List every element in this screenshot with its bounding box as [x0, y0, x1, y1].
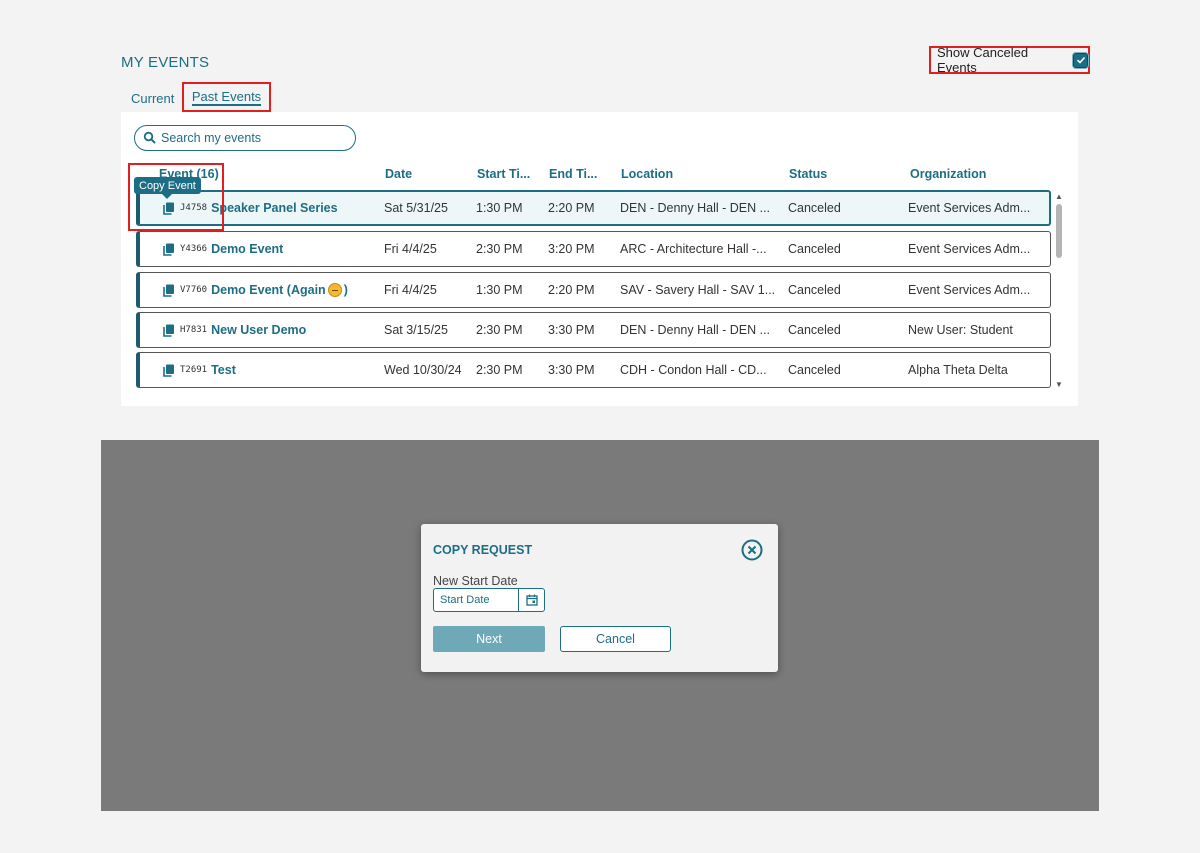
start-date-placeholder: Start Date	[440, 594, 490, 606]
event-code: H7831	[180, 325, 208, 335]
column-header-end-time[interactable]: End Ti...	[549, 167, 597, 181]
event-status: Canceled	[788, 363, 841, 377]
calendar-icon	[525, 594, 538, 606]
event-start-time: 2:30 PM	[476, 323, 523, 337]
event-organization: Event Services Adm...	[908, 283, 1031, 297]
event-organization: Alpha Theta Delta	[908, 363, 1008, 377]
copy-request-dialog: COPY REQUEST New Start Date Start Date N…	[421, 524, 778, 672]
scrollbar-thumb[interactable]	[1056, 204, 1062, 258]
event-status: Canceled	[788, 242, 841, 256]
tab-past-events-label: Past Events	[191, 88, 262, 106]
table-row[interactable]: Y4366 Demo Event Fri 4/4/25 2:30 PM 3:20…	[136, 231, 1051, 267]
column-header-organization[interactable]: Organization	[910, 167, 986, 181]
column-header-date[interactable]: Date	[385, 167, 412, 181]
event-date: Sat 3/15/25	[384, 323, 448, 337]
event-name[interactable]: New User Demo	[211, 323, 306, 337]
event-end-time: 2:20 PM	[548, 283, 595, 297]
event-organization: New User: Student	[908, 323, 1013, 337]
event-end-time: 2:20 PM	[548, 201, 595, 215]
column-header-status[interactable]: Status	[789, 167, 827, 181]
events-list: J4758 Speaker Panel Series Sat 5/31/25 1…	[136, 190, 1052, 394]
copy-icon[interactable]	[163, 243, 175, 256]
table-row[interactable]: J4758 Speaker Panel Series Sat 5/31/25 1…	[136, 190, 1051, 226]
copy-event-tooltip: Copy Event	[134, 177, 201, 199]
event-location: CDH - Condon Hall - CD...	[620, 363, 767, 377]
event-date: Fri 4/4/25	[384, 242, 437, 256]
event-name-suffix: )	[343, 283, 348, 297]
event-date: Fri 4/4/25	[384, 283, 437, 297]
dialog-title: COPY REQUEST	[433, 543, 533, 557]
scroll-up-arrow-icon[interactable]: ▲	[1055, 192, 1063, 201]
new-start-date-label: New Start Date	[433, 574, 518, 588]
show-canceled-toggle[interactable]: Show Canceled Events	[929, 45, 1090, 75]
event-cell: T2691 Test	[163, 353, 236, 387]
next-button[interactable]: Next	[433, 626, 545, 652]
table-row[interactable]: H7831 New User Demo Sat 3/15/25 2:30 PM …	[136, 312, 1051, 348]
event-code: V7760	[180, 285, 208, 295]
page-title: MY EVENTS	[121, 54, 210, 71]
cancel-button[interactable]: Cancel	[560, 626, 671, 652]
event-date: Sat 5/31/25	[384, 201, 448, 215]
close-icon[interactable]	[741, 539, 763, 561]
event-name[interactable]: Test	[211, 363, 236, 377]
event-location: SAV - Savery Hall - SAV 1...	[620, 283, 776, 297]
event-end-time: 3:30 PM	[548, 363, 595, 377]
event-code: T2691	[180, 365, 208, 375]
event-tabs: Current Past Events	[131, 82, 271, 112]
table-row[interactable]: V7760 Demo Event (Again ) Fri 4/4/25 1:3…	[136, 272, 1051, 308]
disappointed-face-emoji-icon	[327, 283, 342, 297]
show-canceled-checkbox[interactable]	[1073, 52, 1088, 68]
events-panel: Search my events Event (16) Date Start T…	[121, 112, 1078, 406]
event-start-time: 2:30 PM	[476, 363, 523, 377]
column-header-start-time[interactable]: Start Ti...	[477, 167, 530, 181]
calendar-button[interactable]	[518, 589, 544, 611]
column-header-location[interactable]: Location	[621, 167, 673, 181]
search-input[interactable]: Search my events	[134, 125, 356, 151]
event-location: DEN - Denny Hall - DEN ...	[620, 323, 771, 337]
event-column-highlight	[128, 163, 224, 231]
event-location: DEN - Denny Hall - DEN ...	[620, 201, 771, 215]
event-status: Canceled	[788, 201, 841, 215]
event-location: ARC - Architecture Hall -...	[620, 242, 767, 256]
tab-current[interactable]: Current	[131, 90, 174, 106]
search-icon	[143, 131, 156, 144]
event-code: Y4366	[180, 244, 208, 254]
event-date: Wed 10/30/24	[384, 363, 462, 377]
event-cell: Y4366 Demo Event	[163, 232, 283, 266]
event-cell: H7831 New User Demo	[163, 313, 306, 347]
event-status: Canceled	[788, 283, 841, 297]
table-row[interactable]: T2691 Test Wed 10/30/24 2:30 PM 3:30 PM …	[136, 352, 1051, 388]
copy-icon[interactable]	[163, 324, 175, 337]
scroll-down-arrow-icon[interactable]: ▼	[1055, 380, 1063, 389]
event-cell: V7760 Demo Event (Again )	[163, 273, 348, 307]
event-status: Canceled	[788, 323, 841, 337]
copy-icon[interactable]	[163, 364, 175, 377]
event-organization: Event Services Adm...	[908, 242, 1031, 256]
event-name[interactable]: Demo Event	[211, 242, 283, 256]
show-canceled-label: Show Canceled Events	[937, 45, 1029, 75]
event-start-time: 2:30 PM	[476, 242, 523, 256]
event-start-time: 1:30 PM	[476, 201, 523, 215]
event-end-time: 3:20 PM	[548, 242, 595, 256]
search-placeholder: Search my events	[161, 131, 262, 145]
tab-past-events[interactable]: Past Events	[182, 82, 271, 112]
event-organization: Event Services Adm...	[908, 201, 1031, 215]
check-icon	[1076, 56, 1085, 64]
start-date-input[interactable]: Start Date	[433, 588, 545, 612]
event-end-time: 3:30 PM	[548, 323, 595, 337]
event-name[interactable]: Speaker Panel Series	[211, 201, 337, 215]
copy-icon[interactable]	[163, 284, 175, 297]
event-start-time: 1:30 PM	[476, 283, 523, 297]
event-name[interactable]: Demo Event (Again	[211, 283, 326, 297]
